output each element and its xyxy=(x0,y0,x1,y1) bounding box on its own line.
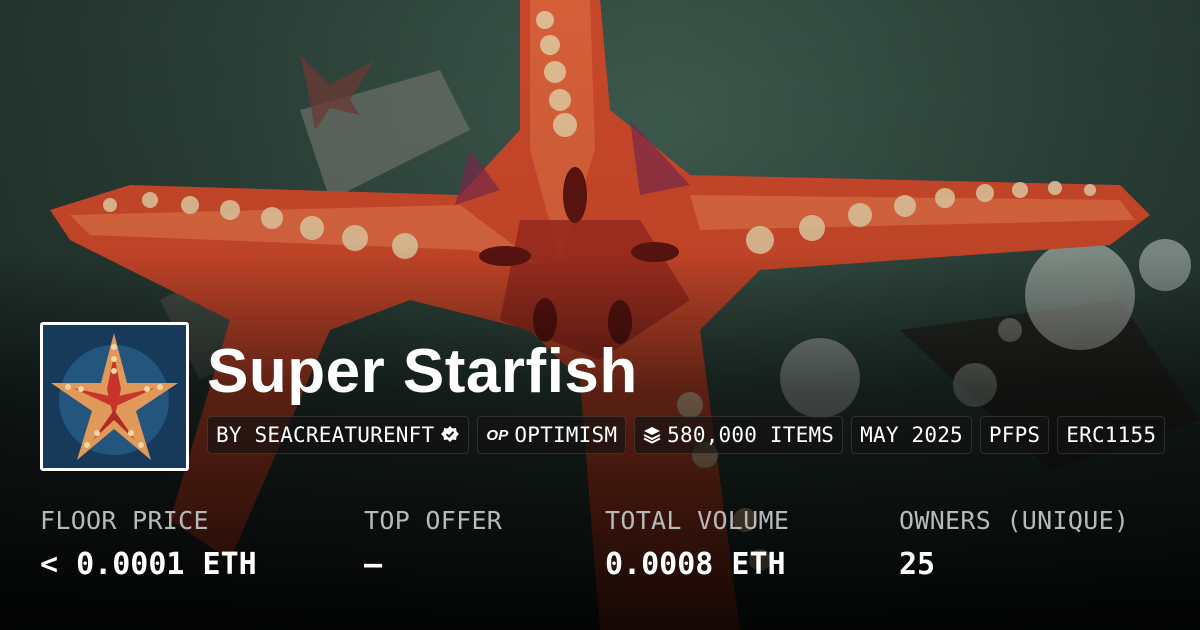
items-chip: 580,000 ITEMS xyxy=(634,416,844,454)
owners-value: 25 xyxy=(899,547,936,582)
verified-badge-icon xyxy=(440,425,460,445)
total-volume-label: TOTAL VOLUME xyxy=(605,506,790,535)
items-count: 580,000 ITEMS xyxy=(667,423,835,447)
stat-owners: OWNERS (UNIQUE) 25 xyxy=(899,506,1129,582)
chain-chip[interactable]: OP OPTIMISM xyxy=(477,416,627,454)
layers-icon xyxy=(643,426,661,444)
chain-label: OPTIMISM xyxy=(514,423,618,447)
creator-label: BY SEACREATURENFT xyxy=(216,423,435,447)
owners-label: OWNERS (UNIQUE) xyxy=(899,506,1130,535)
category-label: PFPS xyxy=(988,423,1041,447)
stat-floor-price: FLOOR PRICE < 0.0001 ETH xyxy=(40,506,257,582)
total-volume-value: 0.0008 ETH xyxy=(605,547,786,582)
floor-price-value: < 0.0001 ETH xyxy=(40,547,257,582)
date-chip: MAY 2025 xyxy=(851,416,972,454)
created-date: MAY 2025 xyxy=(860,423,963,447)
collection-banner: Super Starfish BY SEACREATURENFT OP OPTI… xyxy=(0,0,1200,630)
stat-total-volume: TOTAL VOLUME 0.0008 ETH xyxy=(605,506,789,582)
top-offer-label: TOP OFFER xyxy=(364,506,503,535)
floor-price-label: FLOOR PRICE xyxy=(40,506,209,535)
standard-chip: ERC1155 xyxy=(1057,416,1166,454)
collection-avatar xyxy=(40,322,189,471)
category-chip[interactable]: PFPS xyxy=(979,416,1050,454)
stat-top-offer: TOP OFFER – xyxy=(364,506,502,582)
creator-chip[interactable]: BY SEACREATURENFT xyxy=(207,416,470,454)
optimism-icon: OP xyxy=(486,426,509,444)
token-standard: ERC1155 xyxy=(1066,423,1157,447)
top-offer-value: – xyxy=(364,547,383,582)
collection-title: Super Starfish xyxy=(207,337,638,406)
collection-info-chips: BY SEACREATURENFT OP OPTIMISM 580,000 IT… xyxy=(207,416,1166,454)
